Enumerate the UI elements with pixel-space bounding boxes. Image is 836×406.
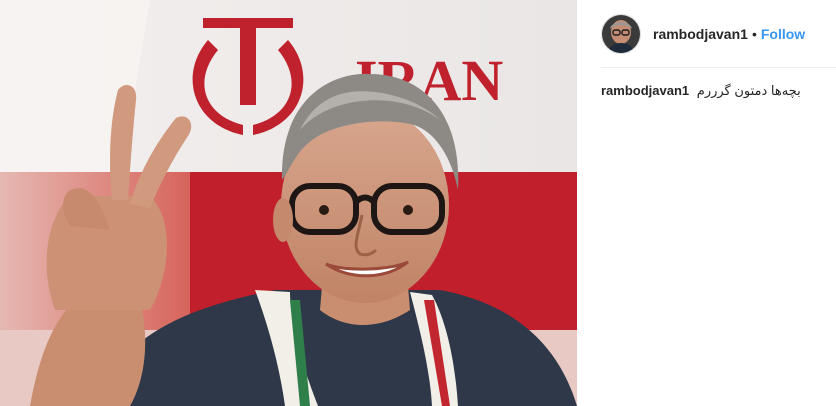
- post-photo: IRAN: [0, 0, 577, 406]
- avatar-image: [602, 14, 640, 53]
- avatar[interactable]: [601, 13, 641, 54]
- header-username-link[interactable]: rambodjavan1: [653, 25, 748, 43]
- post-side-panel: rambodjavan1 • Follow rambodjavan1 بچه‌ه…: [577, 0, 836, 406]
- follow-button[interactable]: Follow: [761, 25, 805, 43]
- post-header: rambodjavan1 • Follow: [601, 0, 836, 68]
- post-caption: rambodjavan1 بچه‌ها دمتون گرررم: [601, 82, 831, 100]
- caption-text: بچه‌ها دمتون گرررم: [696, 83, 801, 98]
- header-separator: •: [751, 25, 757, 42]
- caption-username-link[interactable]: rambodjavan1: [601, 83, 689, 98]
- post-image[interactable]: IRAN: [0, 0, 577, 406]
